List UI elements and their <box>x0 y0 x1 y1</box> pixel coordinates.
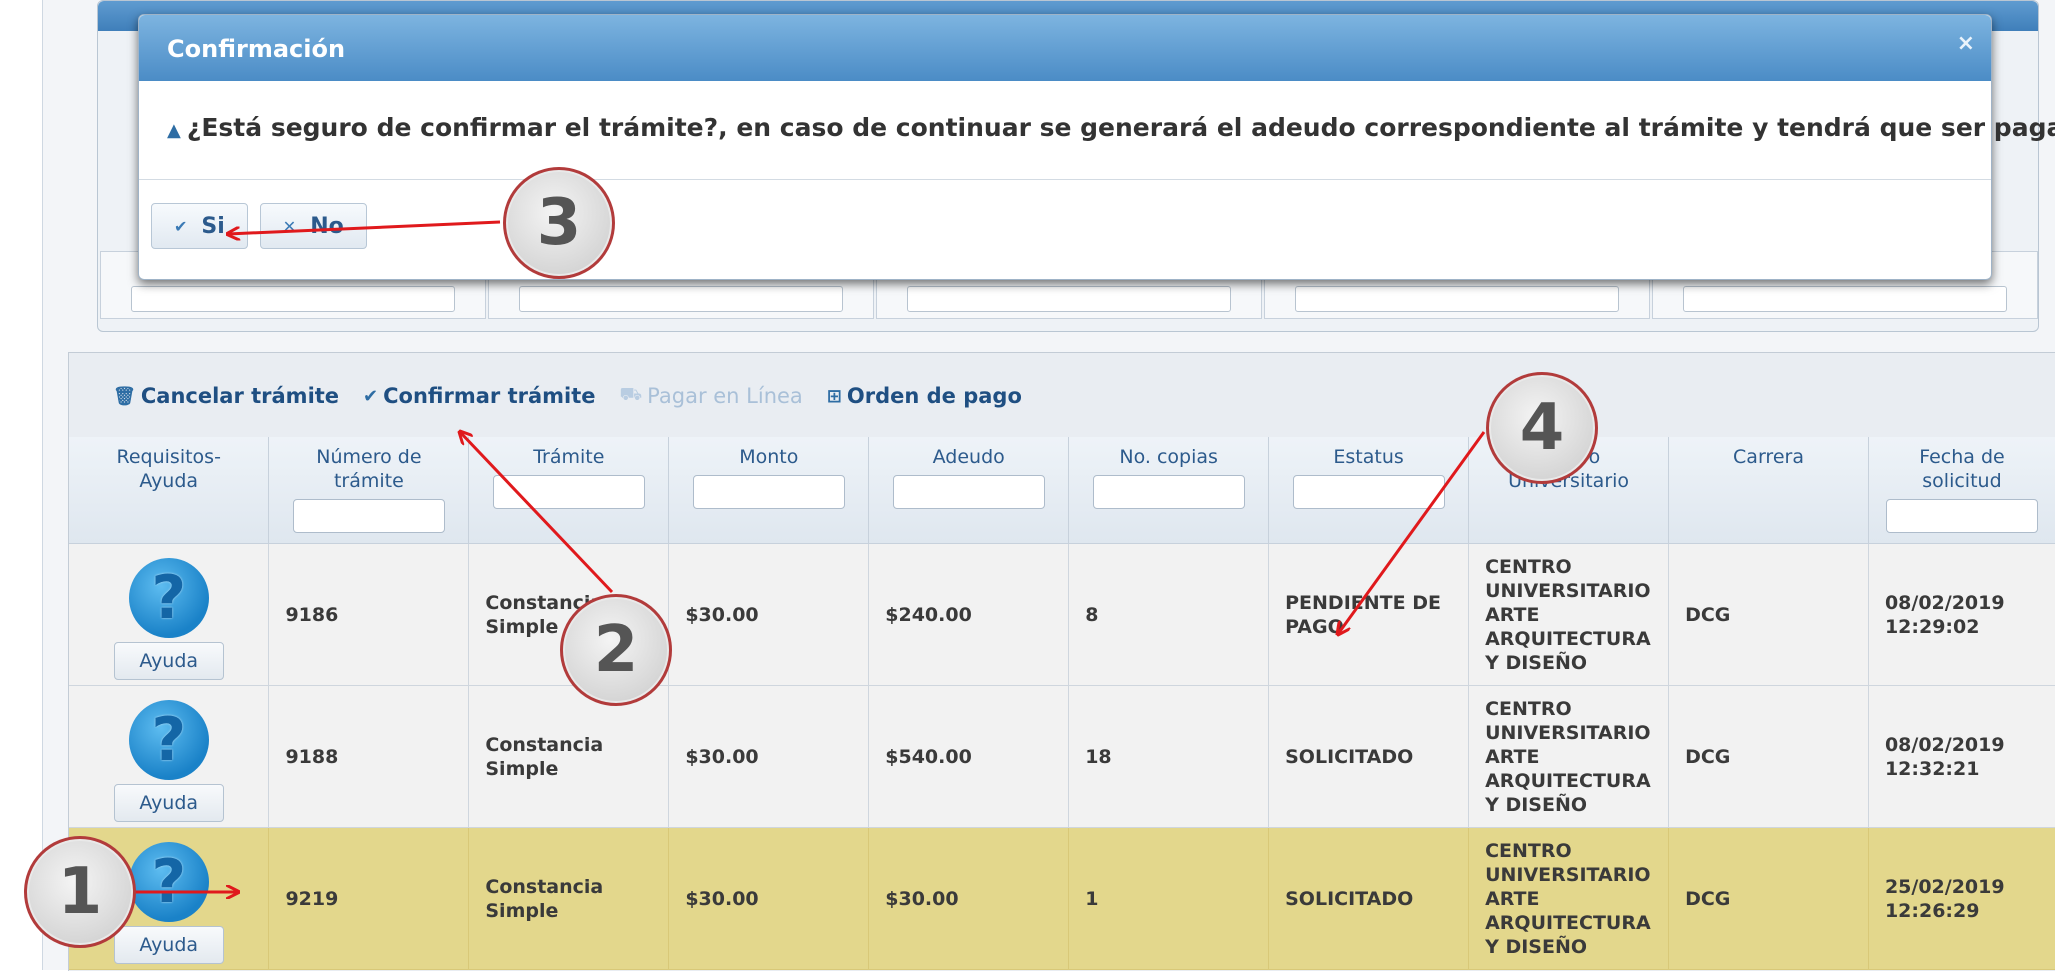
column-header-career[interactable]: Carrera <box>1668 437 1869 544</box>
number-cell: 9219 <box>268 827 470 970</box>
status-cell: SOLICITADO <box>1268 827 1470 970</box>
center-cell: CENTRO UNIVERSITARIO ARTE ARQUITECTURA Y… <box>1468 685 1670 828</box>
procedure-cell: Constancia Simple <box>468 685 670 828</box>
help-button[interactable]: Ayuda <box>113 641 224 680</box>
filter-field[interactable] <box>1295 286 1619 312</box>
yes-button-label: Si <box>201 213 225 239</box>
dialog-title: Confirmación <box>167 35 346 63</box>
debt-cell: $540.00 <box>868 685 1070 828</box>
copies-cell: 8 <box>1068 543 1270 686</box>
close-icon[interactable]: × <box>1957 31 1975 56</box>
column-header-requirements[interactable]: Requisitos- Ayuda <box>69 437 270 544</box>
date-filter-input[interactable] <box>1885 499 2038 533</box>
dialog-titlebar: Confirmación × <box>139 15 1991 81</box>
pay-online-label: Pagar en Línea <box>647 384 803 408</box>
debt-cell: $30.00 <box>868 827 1070 970</box>
payment-order-label: Orden de pago <box>846 384 1022 408</box>
payment-order-button[interactable]: ⊞ Orden de pago <box>827 384 1022 408</box>
help-icon[interactable]: ? <box>128 557 209 638</box>
column-header-date[interactable]: Fecha de solicitud <box>1868 437 2055 544</box>
procedure-filter-input[interactable] <box>492 475 645 509</box>
column-header-debt[interactable]: Adeudo <box>868 437 1070 544</box>
step-3-callout: 3 <box>503 167 615 279</box>
results-panel: 🗑 Cancelar trámite ✔ Confirmar trámite ⛟… <box>68 352 2055 971</box>
table-row[interactable]: ? Ayuda 9186 Constancia Simple $30.00 $24… <box>69 543 2055 686</box>
requirements-cell: ? Ayuda <box>69 543 270 686</box>
procedures-table: Requisitos- Ayuda Número de trámite Trám… <box>69 437 2055 970</box>
cancel-procedure-button[interactable]: 🗑 Cancelar trámite <box>113 384 339 408</box>
confirm-procedure-button[interactable]: ✔ Confirmar trámite <box>363 384 595 408</box>
pay-online-button[interactable]: ⛟ Pagar en Línea <box>620 384 803 408</box>
status-cell: PENDIENTE DE PAGO <box>1268 543 1470 686</box>
cart-icon: ⛟ <box>619 384 643 405</box>
debt-cell: $240.00 <box>868 543 1070 686</box>
help-button[interactable]: Ayuda <box>113 783 224 822</box>
step-1-callout: 1 <box>24 836 136 948</box>
filter-field[interactable] <box>519 286 843 312</box>
amount-cell: $30.00 <box>668 827 870 970</box>
copies-cell: 18 <box>1068 685 1270 828</box>
yes-button[interactable]: ✔ Si <box>151 203 248 249</box>
no-button-label: No <box>310 213 344 239</box>
table-row[interactable]: ? Ayuda 9188 Constancia Simple $30.00 $54… <box>69 685 2055 828</box>
dialog-divider <box>139 179 1991 180</box>
confirmation-dialog: Confirmación × ▲ ¿Está seguro de confirma… <box>138 14 2055 280</box>
center-cell: CENTRO UNIVERSITARIO ARTE ARQUITECTURA Y… <box>1468 543 1670 686</box>
amount-cell: $30.00 <box>668 543 870 686</box>
help-button[interactable]: Ayuda <box>113 925 224 964</box>
table-row-selected[interactable]: ? Ayuda 9219 Constancia Simple $30.00 $30… <box>69 827 2055 970</box>
no-button[interactable]: ✕ No <box>259 203 367 249</box>
column-header-amount[interactable]: Monto <box>668 437 870 544</box>
date-cell: 08/02/2019 12:32:21 <box>1868 685 2055 828</box>
number-cell: 9188 <box>268 685 470 828</box>
dialog-buttons: ✔ Si ✕ No <box>151 203 367 249</box>
step-4-callout: 4 <box>1486 372 1598 484</box>
column-header-procedure[interactable]: Trámite <box>468 437 670 544</box>
column-header-copies[interactable]: No. copias <box>1068 437 1270 544</box>
status-cell: SOLICITADO <box>1268 685 1470 828</box>
column-header-number[interactable]: Número de trámite <box>268 437 470 544</box>
step-2-callout: 2 <box>560 594 672 706</box>
trash-icon: 🗑 <box>113 385 136 407</box>
date-cell: 25/02/2019 12:26:29 <box>1868 827 2055 970</box>
debt-filter-input[interactable] <box>892 475 1045 509</box>
filter-field[interactable] <box>131 286 455 312</box>
filter-field[interactable] <box>907 286 1231 312</box>
check-icon: ✔ <box>363 385 379 407</box>
number-cell: 9186 <box>268 543 470 686</box>
help-icon[interactable]: ? <box>128 841 209 922</box>
check-icon: ✔ <box>174 216 188 236</box>
x-icon: ✕ <box>282 216 297 236</box>
requirements-cell: ? Ayuda <box>69 685 270 828</box>
confirm-procedure-label: Confirmar trámite <box>383 384 596 408</box>
help-icon[interactable]: ? <box>128 699 209 780</box>
career-cell: DCG <box>1668 543 1869 686</box>
left-rail <box>0 0 43 970</box>
career-cell: DCG <box>1668 827 1869 970</box>
date-cell: 08/02/2019 12:29:02 <box>1868 543 2055 686</box>
copies-filter-input[interactable] <box>1092 475 1245 509</box>
status-filter-input[interactable] <box>1292 475 1445 509</box>
dialog-message: ▲ ¿Está seguro de confirmar el trámite?, … <box>167 113 2055 142</box>
amount-filter-input[interactable] <box>692 475 845 509</box>
dialog-message-text: ¿Está seguro de confirmar el trámite?, e… <box>186 113 2055 142</box>
cancel-procedure-label: Cancelar trámite <box>140 384 340 408</box>
filter-field[interactable] <box>1683 286 2007 312</box>
copies-cell: 1 <box>1068 827 1270 970</box>
procedure-cell: Constancia Simple <box>468 827 670 970</box>
amount-cell: $30.00 <box>668 685 870 828</box>
warning-icon: ▲ <box>167 120 181 141</box>
career-cell: DCG <box>1668 685 1869 828</box>
column-header-status[interactable]: Estatus <box>1268 437 1470 544</box>
table-header-row: Requisitos- Ayuda Número de trámite Trám… <box>69 437 2055 544</box>
number-filter-input[interactable] <box>292 499 445 533</box>
document-icon: ⊞ <box>826 385 842 407</box>
grid-toolbar: 🗑 Cancelar trámite ✔ Confirmar trámite ⛟… <box>113 381 1022 411</box>
center-cell: CENTRO UNIVERSITARIO ARTE ARQUITECTURA Y… <box>1468 827 1670 970</box>
